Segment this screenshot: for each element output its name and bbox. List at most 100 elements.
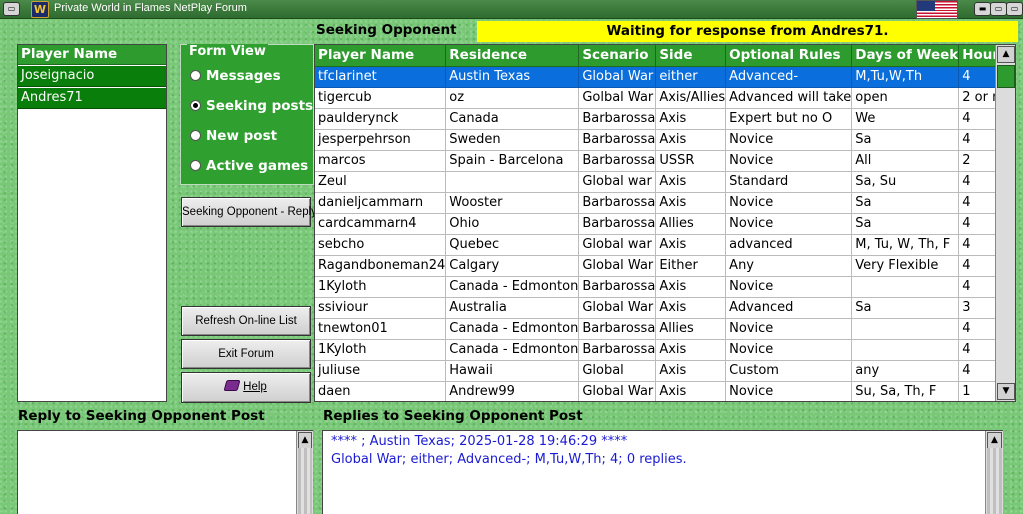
table-cell-residence: Canada - Edmonton	[445, 339, 580, 361]
radio-label: Messages	[206, 68, 281, 84]
table-cell-side: Axis	[655, 339, 727, 361]
scrollbar-thumb[interactable]	[997, 65, 1015, 88]
scroll-up-arrow-icon[interactable]: ▲	[298, 432, 312, 449]
minimize-button[interactable]: ▬	[974, 2, 991, 16]
table-cell-player: tfclarinet	[315, 66, 447, 88]
table-row[interactable]: Zeul Global war Axis Standard Sa, Su 4	[315, 171, 1015, 193]
table-cell-days: any	[851, 360, 960, 382]
column-header-rules[interactable]: Optional Rules	[725, 45, 853, 67]
table-cell-side: Axis	[655, 276, 727, 298]
close-button[interactable]: ▭	[1006, 2, 1023, 16]
table-cell-scenario: Golbal War	[578, 87, 657, 109]
exit-forum-button[interactable]: Exit Forum	[181, 339, 311, 369]
table-cell-scenario: Global war	[578, 171, 657, 193]
table-cell-player: 1Kyloth	[315, 276, 447, 298]
table-cell-days: We	[851, 108, 960, 130]
table-cell-side: Axis/Allies	[655, 87, 727, 109]
table-cell-residence: Canada	[445, 108, 580, 130]
table-cell-player: paulderynck	[315, 108, 447, 130]
table-row[interactable]: ssiviour Australia Global War Axis Advanced S…	[315, 297, 1015, 319]
scroll-up-arrow-icon[interactable]: ▲	[997, 46, 1015, 63]
reply-vertical-scrollbar[interactable]: ▲	[296, 431, 313, 514]
table-row[interactable]: tigercub oz Golbal War Axis/Allies Advanced …	[315, 87, 1015, 109]
table-cell-rules: advanced	[725, 234, 853, 256]
table-cell-days: Sa	[851, 213, 960, 235]
radio-new-post[interactable]: New post	[190, 126, 277, 146]
radio-button-icon	[190, 70, 201, 81]
column-header-residence[interactable]: Residence	[445, 45, 580, 67]
replies-vertical-scrollbar[interactable]: ▲	[985, 431, 1003, 514]
table-cell-scenario: Global War	[578, 255, 657, 277]
radio-label: New post	[206, 128, 278, 144]
help-button[interactable]: Help	[181, 372, 311, 403]
posts-table: Player Name Residence Scenario Side Optional…	[315, 45, 1015, 401]
table-row[interactable]: 1Kyloth Canada - Edmonton Barbarossa Axis No…	[315, 276, 1015, 298]
table-row[interactable]: juliuse Hawaii Global Axis Custom any 4	[315, 360, 1015, 382]
table-cell-days: Sa	[851, 297, 960, 319]
table-cell-residence: Hawaii	[445, 360, 580, 382]
window-title: Private World in Flames NetPlay Forum	[54, 2, 247, 14]
table-cell-player: tnewton01	[315, 318, 447, 340]
table-cell-residence: Wooster	[445, 192, 580, 214]
radio-messages[interactable]: Messages	[190, 66, 281, 86]
table-cell-rules: Novice	[725, 381, 853, 401]
table-cell-player: tigercub	[315, 87, 447, 109]
table-row[interactable]: paulderynck Canada Barbarossa Axis Expert bu…	[315, 108, 1015, 130]
reply-entry-body: Global War; either; Advanced-; M,Tu,W,Th…	[331, 452, 687, 467]
table-vertical-scrollbar[interactable]: ▲ ▼	[995, 45, 1015, 401]
table-cell-days: Very Flexible	[851, 255, 960, 277]
table-row[interactable]: tnewton01 Canada - Edmonton Barbarossa Alli…	[315, 318, 1015, 340]
reply-textarea[interactable]: ▲	[17, 430, 313, 514]
radio-seeking-posts[interactable]: Seeking posts	[190, 96, 313, 116]
table-row[interactable]: danieljcammarn Wooster Barbarossa Axis Novic…	[315, 192, 1015, 214]
table-cell-rules: Custom	[725, 360, 853, 382]
refresh-online-list-button[interactable]: Refresh On-line List	[181, 306, 311, 336]
table-cell-rules: Novice	[725, 213, 853, 235]
table-row[interactable]: Ragandboneman24 Calgary Global War Either An…	[315, 255, 1015, 277]
table-row[interactable]: marcos Spain - Barcelona Barbarossa USSR Nov…	[315, 150, 1015, 172]
scrollbar-track[interactable]	[298, 448, 312, 514]
table-row[interactable]: sebcho Quebec Global war Axis advanced M, Tu,…	[315, 234, 1015, 256]
table-cell-rules: Novice	[725, 192, 853, 214]
table-row[interactable]: cardcammarn4 Ohio Barbarossa Allies Novice Sa…	[315, 213, 1015, 235]
maximize-button[interactable]: ▭	[990, 2, 1007, 16]
table-header-row: Player Name Residence Scenario Side Optional…	[315, 45, 1015, 67]
column-header-side[interactable]: Side	[655, 45, 727, 67]
table-cell-days	[851, 339, 960, 361]
scroll-down-arrow-icon[interactable]: ▼	[997, 383, 1015, 400]
form-view-legend: Form View	[187, 44, 268, 59]
scrollbar-track[interactable]	[987, 448, 1002, 514]
radio-active-games[interactable]: Active games	[190, 156, 308, 176]
table-cell-rules: Advanced	[725, 297, 853, 319]
book-icon	[223, 380, 241, 391]
table-cell-side: Axis	[655, 192, 727, 214]
table-row[interactable]: daen Andrew99 Global War Axis Novice Su, Sa, …	[315, 381, 1015, 401]
table-cell-scenario: Barbarossa	[578, 150, 657, 172]
table-cell-scenario: Barbarossa	[578, 213, 657, 235]
help-button-label: Help	[243, 381, 267, 393]
seeking-opponent-reply-button[interactable]: Seeking Opponent - Reply	[181, 197, 317, 227]
seeking-opponent-table: Player Name Residence Scenario Side Optional…	[314, 44, 1016, 402]
replies-list: **** ; Austin Texas; 2025-01-28 19:46:29…	[322, 430, 1003, 514]
table-cell-player: daen	[315, 381, 447, 401]
radio-label: Active games	[206, 158, 309, 174]
reply-panel-label: Reply to Seeking Opponent Post	[18, 408, 265, 424]
column-header-days[interactable]: Days of Week	[851, 45, 960, 67]
table-cell-player: ssiviour	[315, 297, 447, 319]
table-cell-side: Allies	[655, 213, 727, 235]
system-menu-button[interactable]: ▭	[3, 2, 20, 16]
column-header-scenario[interactable]: Scenario	[578, 45, 657, 67]
table-cell-days: M, Tu, W, Th, F	[851, 234, 960, 256]
table-row[interactable]: tfclarinet Austin Texas Global War either Ad…	[315, 66, 1015, 88]
table-cell-residence: Quebec	[445, 234, 580, 256]
player-list-item[interactable]: Andres71	[18, 88, 166, 109]
table-cell-player: juliuse	[315, 360, 447, 382]
table-cell-days: All	[851, 150, 960, 172]
table-row[interactable]: jesperpehrson Sweden Barbarossa Axis Novice S…	[315, 129, 1015, 151]
column-header-player[interactable]: Player Name	[315, 45, 447, 67]
table-cell-side: USSR	[655, 150, 727, 172]
scroll-up-arrow-icon[interactable]: ▲	[987, 432, 1002, 449]
player-list-item[interactable]: Joseignacio	[18, 66, 166, 87]
table-row[interactable]: 1Kyloth Canada - Edmonton Barbarossa Axis No…	[315, 339, 1015, 361]
table-cell-residence: Austin Texas	[445, 66, 580, 88]
